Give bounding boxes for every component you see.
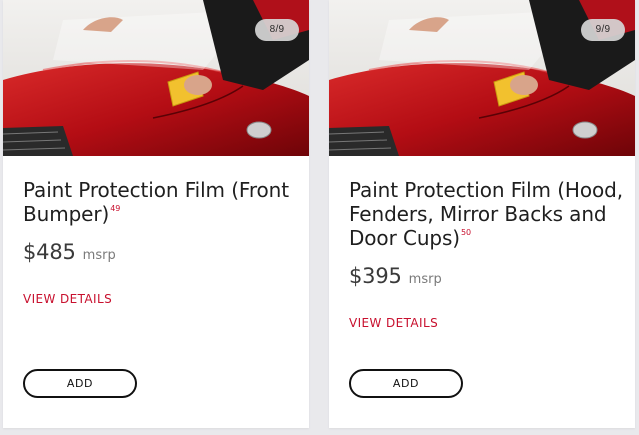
footnote-marker[interactable]: 49	[110, 204, 120, 213]
product-image[interactable]: 9/9	[329, 0, 635, 156]
view-details-link[interactable]: VIEW DETAILS	[23, 292, 112, 306]
add-button[interactable]: ADD	[349, 369, 463, 398]
price-row: $485 msrp	[23, 240, 297, 264]
price-suffix: msrp	[82, 248, 116, 263]
add-button[interactable]: ADD	[23, 369, 137, 398]
price-suffix: msrp	[408, 272, 442, 287]
view-details-link[interactable]: VIEW DETAILS	[349, 316, 438, 330]
price: $395	[349, 264, 402, 288]
product-card: 8/9 Paint Protection Film (Front Bumper)…	[3, 0, 309, 428]
product-title: Paint Protection Film (Hood, Fenders, Mi…	[349, 178, 623, 250]
price-row: $395 msrp	[349, 264, 623, 288]
price: $485	[23, 240, 76, 264]
product-image[interactable]: 8/9	[3, 0, 309, 156]
image-counter: 8/9	[255, 19, 299, 41]
footnote-marker[interactable]: 50	[461, 228, 471, 237]
image-counter: 9/9	[581, 19, 625, 41]
product-title: Paint Protection Film (Front Bumper)49	[23, 178, 289, 226]
product-card: 9/9 Paint Protection Film (Hood, Fenders…	[329, 0, 635, 428]
